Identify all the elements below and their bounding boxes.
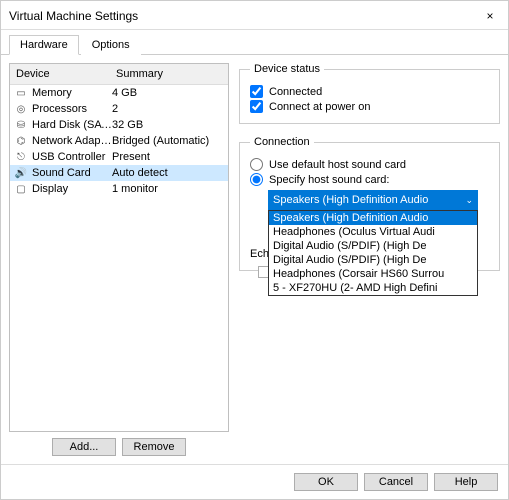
specify-input[interactable]	[250, 173, 263, 186]
device-name: Display	[32, 183, 112, 195]
harddisk-icon: ⛁	[13, 118, 29, 132]
cancel-button[interactable]: Cancel	[364, 473, 428, 491]
content-area: Device Summary ▭Memory4 GB◎Processors2⛁H…	[1, 55, 508, 464]
settings-window: Virtual Machine Settings × Hardware Opti…	[0, 0, 509, 500]
device-summary: 1 monitor	[112, 183, 228, 195]
select-value: Speakers (High Definition Audio	[273, 194, 428, 206]
device-row-processor[interactable]: ◎Processors2	[10, 101, 228, 117]
dropdown-option[interactable]: 5 - XF270HU (2- AMD High Defini	[269, 281, 477, 295]
dropdown-option[interactable]: Headphones (Corsair HS60 Surrou	[269, 267, 477, 281]
device-list-header: Device Summary	[10, 64, 228, 85]
connect-poweron-label: Connect at power on	[269, 101, 371, 113]
connected-label: Connected	[269, 86, 322, 98]
use-default-radio[interactable]: Use default host sound card	[250, 158, 489, 171]
sound-card-dropdown[interactable]: Speakers (High Definition AudioHeadphone…	[268, 210, 478, 296]
device-row-display[interactable]: ▢Display1 monitor	[10, 181, 228, 197]
device-summary: 32 GB	[112, 119, 228, 131]
memory-icon: ▭	[13, 86, 29, 100]
device-list-buttons: Add... Remove	[9, 438, 229, 456]
device-name: Memory	[32, 87, 112, 99]
device-summary: Present	[112, 151, 228, 163]
help-button[interactable]: Help	[434, 473, 498, 491]
sound-card-select[interactable]: Speakers (High Definition Audio ⌄ Speake…	[268, 190, 489, 210]
connect-poweron-checkbox[interactable]: Connect at power on	[250, 100, 489, 113]
right-pane: Device status Connected Connect at power…	[239, 63, 500, 456]
device-row-harddisk[interactable]: ⛁Hard Disk (SATA)32 GB	[10, 117, 228, 133]
device-summary: 2	[112, 103, 228, 115]
ok-button[interactable]: OK	[294, 473, 358, 491]
echo-legend-partial: Ech	[250, 248, 269, 260]
device-status-group: Device status Connected Connect at power…	[239, 63, 500, 124]
specify-label: Specify host sound card:	[269, 174, 389, 186]
connection-group: Connection Use default host sound card S…	[239, 136, 500, 271]
device-name: Hard Disk (SATA)	[32, 119, 112, 131]
connection-legend: Connection	[250, 136, 314, 148]
network-icon: ⌬	[13, 134, 29, 148]
use-default-input[interactable]	[250, 158, 263, 171]
dropdown-option[interactable]: Headphones (Oculus Virtual Audi	[269, 225, 477, 239]
device-name: Network Adapter	[32, 135, 112, 147]
remove-button[interactable]: Remove	[122, 438, 186, 456]
device-summary: 4 GB	[112, 87, 228, 99]
add-button[interactable]: Add...	[52, 438, 116, 456]
dropdown-option[interactable]: Digital Audio (S/PDIF) (High De	[269, 253, 477, 267]
sound-icon: 🔊	[13, 166, 29, 180]
select-box[interactable]: Speakers (High Definition Audio ⌄	[268, 190, 478, 210]
col-device: Device	[10, 64, 110, 84]
device-name: USB Controller	[32, 151, 112, 163]
device-row-sound[interactable]: 🔊Sound CardAuto detect	[10, 165, 228, 181]
connected-input[interactable]	[250, 85, 263, 98]
close-icon[interactable]: ×	[480, 7, 500, 25]
tab-options[interactable]: Options	[81, 35, 141, 55]
connect-poweron-input[interactable]	[250, 100, 263, 113]
chevron-down-icon: ⌄	[465, 195, 473, 206]
device-summary: Auto detect	[112, 167, 228, 179]
titlebar: Virtual Machine Settings ×	[1, 1, 508, 30]
device-row-network[interactable]: ⌬Network AdapterBridged (Automatic)	[10, 133, 228, 149]
device-name: Processors	[32, 103, 112, 115]
left-pane: Device Summary ▭Memory4 GB◎Processors2⛁H…	[9, 63, 229, 456]
device-list-body: ▭Memory4 GB◎Processors2⛁Hard Disk (SATA)…	[10, 85, 228, 197]
tab-hardware[interactable]: Hardware	[9, 35, 79, 55]
device-summary: Bridged (Automatic)	[112, 135, 228, 147]
connected-checkbox[interactable]: Connected	[250, 85, 489, 98]
processor-icon: ◎	[13, 102, 29, 116]
window-title: Virtual Machine Settings	[9, 9, 138, 23]
col-summary: Summary	[110, 64, 228, 84]
device-row-usb[interactable]: ⎋USB ControllerPresent	[10, 149, 228, 165]
tab-bar: Hardware Options	[1, 30, 508, 55]
device-name: Sound Card	[32, 167, 112, 179]
device-status-legend: Device status	[250, 63, 324, 75]
dropdown-option[interactable]: Speakers (High Definition Audio	[269, 211, 477, 225]
device-list: Device Summary ▭Memory4 GB◎Processors2⛁H…	[9, 63, 229, 432]
dropdown-option[interactable]: Digital Audio (S/PDIF) (High De	[269, 239, 477, 253]
dialog-buttons: OK Cancel Help	[1, 464, 508, 499]
display-icon: ▢	[13, 182, 29, 196]
use-default-label: Use default host sound card	[269, 159, 406, 171]
specify-radio[interactable]: Specify host sound card:	[250, 173, 489, 186]
usb-icon: ⎋	[13, 150, 29, 164]
device-row-memory[interactable]: ▭Memory4 GB	[10, 85, 228, 101]
